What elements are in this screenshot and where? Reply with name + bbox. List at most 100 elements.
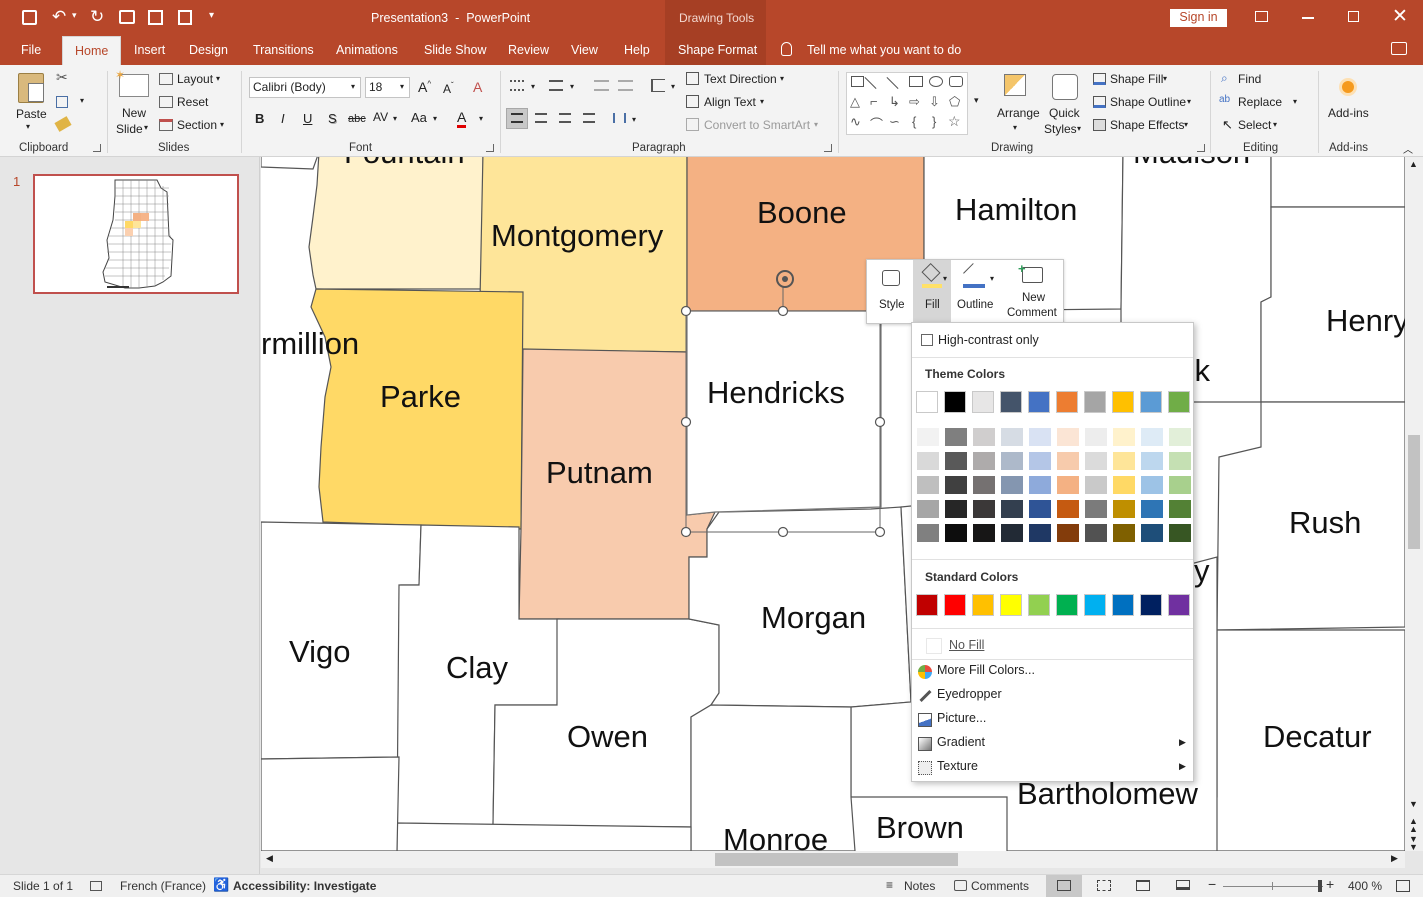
accessibility-icon[interactable]: ♿ [213,877,229,893]
line-spacing-icon[interactable] [651,79,665,92]
redo-icon[interactable]: ↻ [90,7,104,27]
slide-sorter-icon[interactable] [1097,880,1111,891]
clear-formatting-icon[interactable]: A [473,79,482,95]
outline-button[interactable]: ▾ Outline [954,260,1000,323]
theme-shade-swatch[interactable] [1057,428,1079,446]
fill-dropdown-icon[interactable]: ▾ [943,274,947,283]
arrange-label[interactable]: Arrange [997,106,1040,120]
present-from-start-icon[interactable] [119,10,135,24]
theme-color-swatch[interactable] [1168,391,1190,413]
theme-shade-swatch[interactable] [973,500,995,518]
slide-show-icon[interactable] [1176,880,1190,890]
theme-shade-swatch[interactable] [945,500,967,518]
zoom-level[interactable]: 400 % [1348,879,1382,893]
select-dropdown-icon[interactable]: ▾ [1273,120,1277,129]
decrease-font-size-icon[interactable]: Aˇ [443,81,454,96]
style-button[interactable]: Style [870,260,912,323]
section-dropdown-icon[interactable]: ▾ [220,120,224,129]
theme-shade-swatch[interactable] [917,524,939,542]
standard-color-swatch[interactable] [1056,594,1078,616]
ribbon-display-options-icon[interactable] [1255,11,1268,22]
tab-help[interactable]: Help [624,36,650,65]
theme-color-swatch[interactable] [1084,391,1106,413]
theme-shade-swatch[interactable] [1057,500,1079,518]
save-as-icon[interactable] [148,10,163,25]
theme-color-swatch[interactable] [972,391,994,413]
no-fill-item[interactable]: No Fill [949,638,984,652]
theme-shade-swatch[interactable] [1085,428,1107,446]
more-fill-colors-item[interactable]: More Fill Colors... [937,663,1035,677]
add-ins-icon[interactable] [1342,81,1354,93]
save-icon[interactable] [22,10,37,25]
theme-shade-swatch[interactable] [1057,452,1079,470]
theme-color-swatch[interactable] [1000,391,1022,413]
scroll-right-icon[interactable]: ▶ [1391,853,1398,864]
text-shadow-icon[interactable]: S [328,111,337,126]
theme-shade-swatch[interactable] [1169,428,1191,446]
tab-review[interactable]: Review [508,36,549,65]
theme-shade-swatch[interactable] [1169,452,1191,470]
theme-shade-swatch[interactable] [1113,524,1135,542]
align-text-button[interactable]: Align Text [704,95,756,109]
minimize-icon[interactable] [1302,17,1314,19]
theme-shade-swatch[interactable] [1141,428,1163,446]
columns-dropdown-icon[interactable]: ▾ [632,115,636,124]
theme-shade-swatch[interactable] [1085,500,1107,518]
add-ins-button[interactable]: Add-ins [1328,106,1369,120]
theme-shade-swatch[interactable] [1029,524,1051,542]
replace-button[interactable]: Replace [1238,95,1282,109]
bold-icon[interactable]: B [255,111,264,126]
theme-shade-swatch[interactable] [945,476,967,494]
theme-shade-swatch[interactable] [917,428,939,446]
theme-shade-swatch[interactable] [917,476,939,494]
customize-toolbar-icon[interactable]: ▾ [209,10,214,21]
rounded-rectangle-shape-icon[interactable] [949,76,963,87]
shape-effects-button[interactable]: Shape Effects [1110,118,1185,132]
theme-shade-swatch[interactable] [917,452,939,470]
theme-shade-swatch[interactable] [1113,452,1135,470]
freeform-shape-icon[interactable]: ∿ [850,114,861,130]
paragraph-launcher-icon[interactable] [824,144,832,152]
print-preview-icon[interactable] [178,10,192,25]
slide-canvas[interactable]: Fountain Montgomery Boone Hamilton Madis… [261,157,1405,851]
font-color-dropdown-icon[interactable]: ▾ [479,114,483,123]
theme-shade-swatch[interactable] [1169,500,1191,518]
elbow-arrow-icon[interactable]: ↳ [889,94,900,110]
theme-shade-swatch[interactable] [1085,452,1107,470]
reading-view-icon[interactable] [1136,880,1150,891]
quick-styles-label-1[interactable]: Quick [1049,106,1080,120]
theme-shade-swatch[interactable] [1141,452,1163,470]
quick-styles-icon[interactable] [1052,74,1078,100]
gradient-item[interactable]: Gradient [937,735,985,749]
scribble-shape-icon[interactable]: ∽ [889,114,900,130]
numbering-icon[interactable] [549,80,563,91]
new-comment-button[interactable]: + New Comment [1005,260,1061,323]
columns-icon[interactable] [613,113,626,123]
arrange-icon[interactable] [1004,74,1026,96]
theme-color-swatch[interactable] [1140,391,1162,413]
standard-color-swatch[interactable] [944,594,966,616]
horizontal-scroll-thumb[interactable] [715,853,958,866]
notes-icon[interactable]: ≡ [886,878,893,892]
slide-thumbnail[interactable] [33,174,239,294]
replace-dropdown-icon[interactable]: ▾ [1293,97,1297,106]
standard-color-swatch[interactable] [1112,594,1134,616]
font-color-icon[interactable]: A [457,109,467,128]
triangle-shape-icon[interactable]: △ [850,94,860,110]
down-arrow-shape-icon[interactable]: ⇩ [929,94,940,110]
layout-button[interactable]: Layout [177,72,213,86]
theme-shade-swatch[interactable] [1029,428,1051,446]
theme-color-swatch[interactable] [944,391,966,413]
tab-slide-show[interactable]: Slide Show [424,36,487,65]
comments-icon[interactable] [954,880,967,891]
theme-shade-swatch[interactable] [973,428,995,446]
theme-shade-swatch[interactable] [1001,476,1023,494]
zoom-slider[interactable] [1223,886,1323,887]
theme-shade-swatch[interactable] [917,500,939,518]
paste-label[interactable]: Paste [16,107,47,121]
theme-shade-swatch[interactable] [1113,428,1135,446]
shape-fill-dropdown-icon[interactable]: ▾ [1163,74,1167,83]
zoom-out-icon[interactable]: − [1208,876,1216,892]
scroll-left-icon[interactable]: ◀ [266,853,273,864]
maximize-icon[interactable] [1348,11,1359,22]
